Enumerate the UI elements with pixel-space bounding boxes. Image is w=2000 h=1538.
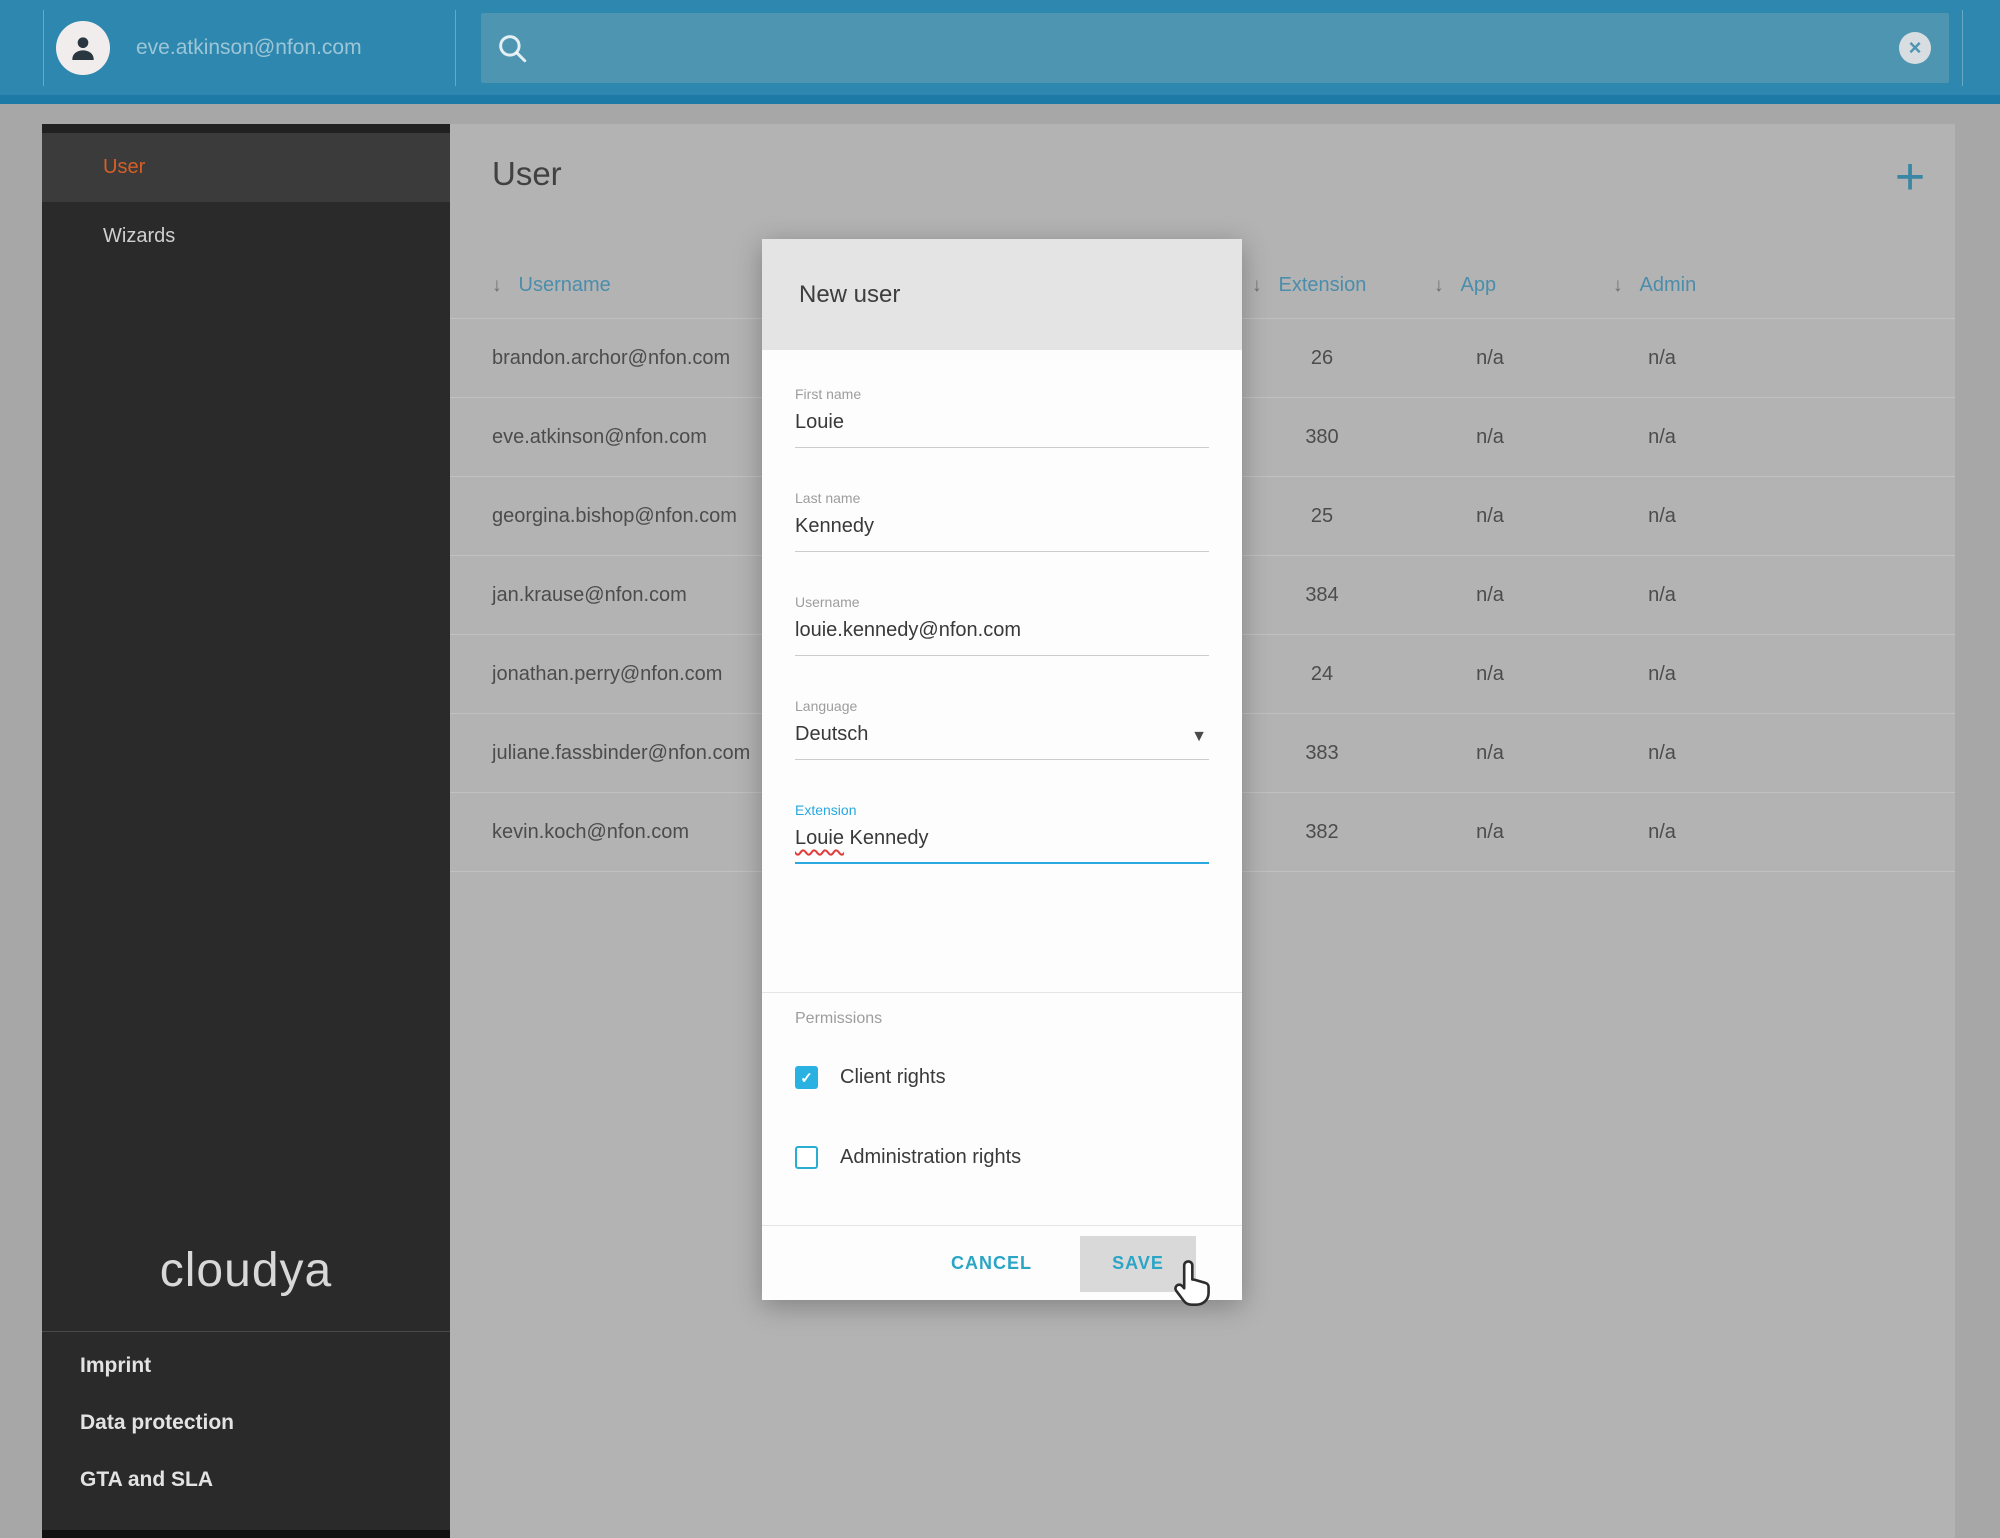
- search-input[interactable]: [545, 34, 1899, 62]
- sort-down-icon: ↓: [1252, 275, 1262, 296]
- permissions-section-label: Permissions: [795, 1010, 883, 1027]
- topbar-divider: [455, 10, 456, 86]
- cell-extension: 380: [1305, 426, 1339, 448]
- cell-admin: n/a: [1648, 426, 1676, 448]
- column-label: Admin: [1639, 274, 1697, 296]
- clear-search-button[interactable]: ×: [1899, 32, 1931, 64]
- field-label: Username: [795, 594, 860, 610]
- cell-app: n/a: [1476, 347, 1504, 369]
- checkbox-row-client-rights[interactable]: ✓ Client rights: [795, 1055, 1209, 1100]
- cell-admin: n/a: [1648, 821, 1676, 843]
- field-extension: Extension Louie Kennedy: [795, 802, 1209, 864]
- cell-app: n/a: [1476, 821, 1504, 843]
- field-first-name: First name Louie: [795, 386, 1209, 448]
- cell-admin: n/a: [1648, 584, 1676, 606]
- topbar-divider: [1962, 10, 1963, 86]
- cell-username: jonathan.perry@nfon.com: [492, 663, 723, 685]
- cell-extension: 383: [1305, 742, 1339, 764]
- cell-username: jan.krause@nfon.com: [492, 584, 687, 606]
- permissions-checkboxes: ✓ Client rights Administration rights: [795, 1055, 1209, 1215]
- field-input[interactable]: Kennedy: [795, 515, 1209, 552]
- footer-link-data-protection[interactable]: Data protection: [42, 1394, 450, 1451]
- cell-username: georgina.bishop@nfon.com: [492, 505, 737, 527]
- cell-username: kevin.koch@nfon.com: [492, 821, 690, 843]
- checkbox-row-administration-rights[interactable]: Administration rights: [795, 1135, 1209, 1180]
- sidebar-item-user[interactable]: User: [42, 133, 450, 202]
- column-header-username[interactable]: ↓ Username: [492, 252, 611, 318]
- checkbox-unchecked-icon[interactable]: [795, 1146, 818, 1169]
- footer-link-gta-and-sla[interactable]: GTA and SLA: [42, 1451, 450, 1508]
- cell-extension: 25: [1310, 505, 1334, 527]
- checkbox-label: Client rights: [840, 1066, 946, 1088]
- sidebar-item-wizards[interactable]: Wizards: [42, 202, 450, 271]
- cell-extension: 26: [1310, 347, 1334, 369]
- cell-app: n/a: [1476, 505, 1504, 527]
- column-header-extension[interactable]: ↓ Extension: [1252, 252, 1366, 318]
- field-input[interactable]: Louie Kennedy: [795, 827, 1209, 864]
- cell-admin: n/a: [1648, 347, 1676, 369]
- account-button[interactable]: eve.atkinson@nfon.com: [56, 0, 362, 95]
- cell-admin: n/a: [1648, 505, 1676, 527]
- cell-extension: 24: [1310, 663, 1334, 685]
- cell-app: n/a: [1476, 426, 1504, 448]
- modal-title: New user: [762, 239, 1242, 350]
- account-email: eve.atkinson@nfon.com: [136, 35, 362, 59]
- cancel-button[interactable]: CANCEL: [945, 1252, 1038, 1275]
- checkbox-label: Administration rights: [840, 1146, 1022, 1168]
- sort-down-icon: ↓: [492, 275, 502, 296]
- field-label: Last name: [795, 490, 861, 506]
- sidebar: User Wizards cloudya Imprint Data protecti…: [42, 124, 450, 1538]
- footer-link-imprint[interactable]: Imprint: [42, 1337, 450, 1394]
- cell-app: n/a: [1476, 663, 1504, 685]
- topbar: eve.atkinson@nfon.com ×: [0, 0, 2000, 104]
- search-bar[interactable]: ×: [481, 13, 1949, 83]
- sidebar-bottom-strip: [42, 1530, 450, 1538]
- cell-app: n/a: [1476, 742, 1504, 764]
- modal-section-divider: [762, 992, 1242, 993]
- sort-down-icon: ↓: [1434, 275, 1444, 296]
- column-header-admin[interactable]: ↓ Admin: [1613, 252, 1696, 318]
- cell-username: juliane.fassbinder@nfon.com: [492, 742, 751, 764]
- page-title: User: [492, 155, 562, 192]
- field-language: Language Deutsch ▼: [795, 698, 1209, 760]
- search-icon: [495, 31, 529, 65]
- field-last-name: Last name Kennedy: [795, 490, 1209, 552]
- dropdown-caret-icon: ▼: [1191, 728, 1207, 745]
- modal-footer: CANCEL SAVE: [762, 1225, 1242, 1301]
- cloudya-logo: cloudya: [159, 1244, 333, 1297]
- plus-icon: +: [1894, 148, 1926, 206]
- cell-admin: n/a: [1648, 663, 1676, 685]
- field-input[interactable]: Louie: [795, 411, 1209, 448]
- cell-admin: n/a: [1648, 742, 1676, 764]
- sidebar-footer-links: Imprint Data protection GTA and SLA: [42, 1337, 450, 1508]
- column-label: App: [1460, 274, 1497, 296]
- add-user-button[interactable]: +: [1880, 147, 1940, 207]
- field-select[interactable]: Deutsch ▼: [795, 723, 1209, 760]
- cell-username: eve.atkinson@nfon.com: [492, 426, 707, 448]
- field-username: Username louie.kennedy@nfon.com: [795, 594, 1209, 656]
- column-label: Extension: [1278, 274, 1367, 296]
- topbar-divider: [43, 10, 44, 86]
- column-header-app[interactable]: ↓ App: [1434, 252, 1496, 318]
- user-avatar-icon: [56, 20, 110, 75]
- sidebar-top-strip: [42, 124, 450, 133]
- misspelled-text: Louie: [795, 827, 844, 849]
- sidebar-divider: [42, 1331, 450, 1332]
- save-button[interactable]: SAVE: [1080, 1235, 1196, 1292]
- field-input[interactable]: louie.kennedy@nfon.com: [795, 619, 1209, 656]
- clear-icon: ×: [1908, 35, 1922, 60]
- field-label: First name: [795, 386, 862, 402]
- checkbox-checked-icon[interactable]: ✓: [795, 1066, 818, 1089]
- sort-down-icon: ↓: [1613, 275, 1623, 296]
- field-label: Language: [795, 698, 858, 714]
- field-label: Extension: [795, 802, 857, 818]
- cell-extension: 382: [1305, 821, 1339, 843]
- cell-app: n/a: [1476, 584, 1504, 606]
- cell-extension: 384: [1305, 584, 1339, 606]
- column-label: Username: [518, 274, 611, 296]
- new-user-modal: New user First name Louie Last name Kennedy…: [762, 239, 1242, 1300]
- sidebar-nav: User Wizards: [42, 133, 450, 271]
- cell-username: brandon.archor@nfon.com: [492, 347, 731, 369]
